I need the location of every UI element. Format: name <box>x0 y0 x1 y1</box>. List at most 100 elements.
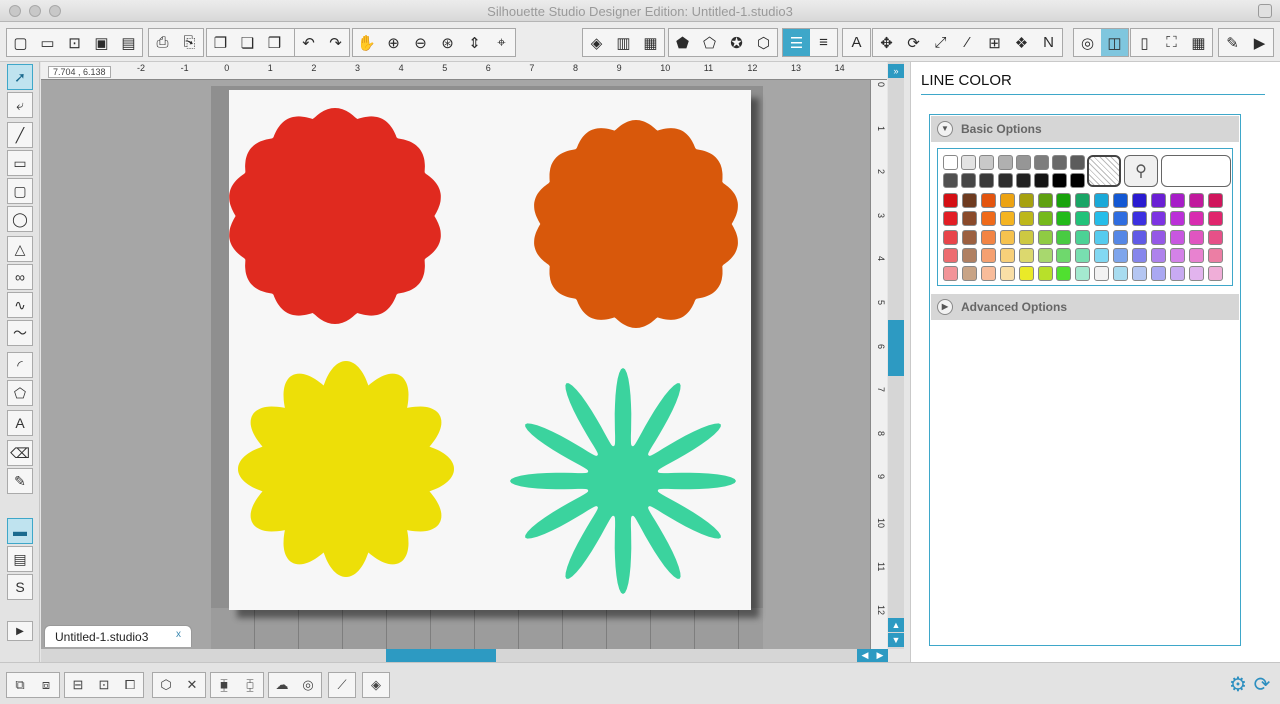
transform-icon[interactable]: ✥ <box>873 29 900 56</box>
fullscreen-icon[interactable] <box>1258 4 1272 18</box>
color-swatch[interactable] <box>1056 229 1072 245</box>
color-swatch[interactable] <box>1056 211 1072 227</box>
online-store-icon[interactable]: S <box>7 574 33 600</box>
fit-page-icon[interactable]: ⌖ <box>488 29 515 56</box>
select-tool-icon[interactable]: ➚ <box>7 64 33 90</box>
curve-tool-icon[interactable]: ∞ <box>7 264 33 290</box>
vertical-scrollbar[interactable]: » ▲ ▼ <box>888 62 904 649</box>
color-swatch[interactable] <box>1207 211 1223 227</box>
color-swatch[interactable] <box>1015 155 1031 170</box>
grid-icon[interactable]: ▦ <box>1185 29 1212 56</box>
color-swatch[interactable] <box>1150 266 1166 282</box>
cut-settings-icon[interactable]: ✎ <box>1219 29 1246 56</box>
color-swatch[interactable] <box>1018 211 1034 227</box>
color-swatch[interactable] <box>1188 211 1204 227</box>
fill-pattern-icon[interactable]: ▦ <box>637 29 664 56</box>
horizontal-scroll-thumb[interactable] <box>386 649 496 662</box>
color-swatch[interactable] <box>1018 266 1034 282</box>
print-cut-icon[interactable]: ⎘ <box>176 29 203 56</box>
color-swatch[interactable] <box>1132 193 1147 208</box>
freehand-tool-icon[interactable]: ∿ <box>7 292 33 318</box>
color-swatch[interactable] <box>1188 193 1204 208</box>
color-swatch[interactable] <box>1150 229 1166 245</box>
regular-polygon-tool-icon[interactable]: ⬠ <box>7 380 33 406</box>
eraser-tool-icon[interactable]: ⌫ <box>7 440 33 466</box>
color-swatch[interactable] <box>1037 266 1053 282</box>
color-swatch[interactable] <box>1169 266 1185 282</box>
new-doc-icon[interactable]: ▢ <box>7 29 34 56</box>
undo-icon[interactable]: ↶ <box>295 29 322 56</box>
eyedropper-icon[interactable]: ⚲ <box>1124 155 1158 187</box>
knife-bottom-icon[interactable]: ⟋ <box>329 673 355 697</box>
color-swatch[interactable] <box>1056 266 1072 282</box>
arc-tool-icon[interactable]: ◜ <box>7 352 33 378</box>
scroll-up-icon[interactable]: ▲ <box>888 618 904 632</box>
color-swatch[interactable] <box>1075 211 1091 227</box>
rounded-rect-tool-icon[interactable]: ▢ <box>7 178 33 204</box>
color-swatch[interactable] <box>961 173 977 188</box>
color-swatch[interactable] <box>1075 193 1091 208</box>
horizontal-scrollbar[interactable]: ◀ ▶ <box>41 649 888 662</box>
color-swatch[interactable] <box>961 229 977 245</box>
color-swatch[interactable] <box>1207 229 1223 245</box>
line-gradient-icon[interactable]: ⬠ <box>696 29 723 56</box>
color-swatch[interactable] <box>1056 247 1072 263</box>
line-pattern-icon[interactable]: ⬡ <box>750 29 777 56</box>
color-swatch[interactable] <box>1132 211 1147 227</box>
color-swatch[interactable] <box>1070 155 1086 170</box>
scale-icon[interactable]: ⤢ <box>927 29 954 56</box>
registration-icon[interactable]: ⛶ <box>1158 29 1185 56</box>
save-to-library-icon[interactable]: ▤ <box>115 29 142 56</box>
save-icon[interactable]: ▣ <box>88 29 115 56</box>
color-swatch[interactable] <box>1052 173 1068 188</box>
send-back-icon[interactable]: ⧮ <box>237 673 263 697</box>
color-swatch[interactable] <box>1132 229 1147 245</box>
trace-icon[interactable]: ◫ <box>1101 29 1128 56</box>
spiral-icon[interactable]: ◎ <box>295 673 321 697</box>
vertical-scroll-thumb[interactable] <box>888 320 904 376</box>
settings-gear-icon[interactable]: ⚙ <box>1227 673 1249 696</box>
weld-icon[interactable]: ⬡ <box>153 673 179 697</box>
zoom-in-icon[interactable]: ⊕ <box>380 29 407 56</box>
print-icon[interactable]: ⎙ <box>149 29 176 56</box>
color-swatch[interactable] <box>1150 193 1166 208</box>
color-swatch[interactable] <box>1018 193 1034 208</box>
color-swatch[interactable] <box>1150 211 1166 227</box>
copy-icon[interactable]: ❐ <box>207 29 234 56</box>
color-swatch[interactable] <box>1207 266 1223 282</box>
smooth-freehand-tool-icon[interactable]: 〜 <box>7 320 33 346</box>
line-weight-icon[interactable]: ☰ <box>783 29 810 56</box>
color-swatch[interactable] <box>979 173 995 188</box>
color-swatch[interactable] <box>1070 173 1086 188</box>
page-setup-icon[interactable]: ▯ <box>1131 29 1158 56</box>
color-swatch[interactable] <box>943 155 958 170</box>
color-swatch[interactable] <box>1169 247 1185 263</box>
color-swatch[interactable] <box>980 229 996 245</box>
color-swatch[interactable] <box>1113 211 1129 227</box>
redo-icon[interactable]: ↷ <box>322 29 349 56</box>
bring-forward-icon[interactable]: ⧠ <box>117 673 143 697</box>
color-swatch[interactable] <box>1169 193 1185 208</box>
drag-zoom-icon[interactable]: ⇕ <box>461 29 488 56</box>
transparent-swatch[interactable] <box>1087 155 1121 187</box>
3d-icon[interactable]: ◈ <box>363 673 389 697</box>
color-swatch[interactable] <box>1094 247 1110 263</box>
scroll-right-icon[interactable]: ▶ <box>872 649 888 662</box>
color-swatch[interactable] <box>1207 247 1223 263</box>
refresh-icon[interactable]: ⟳ <box>1251 673 1273 696</box>
replicate-icon[interactable]: ❖ <box>1008 29 1035 56</box>
green-star-shape[interactable] <box>510 368 736 594</box>
color-swatch[interactable] <box>961 193 977 208</box>
color-swatch[interactable] <box>1034 173 1049 188</box>
line-style-icon[interactable]: ✪ <box>723 29 750 56</box>
design-workspace[interactable]: 7.704 , 6.138 -2 -1 0 1 2 3 4 5 6 7 8 9 10 11 12 13 14 0… <box>41 62 887 649</box>
align-icon[interactable]: ⊞ <box>981 29 1008 56</box>
text-tool-icon[interactable]: A <box>7 410 33 436</box>
delete-icon[interactable]: ✕ <box>179 673 205 697</box>
zoom-box-icon[interactable]: ⊛ <box>434 29 461 56</box>
color-swatch[interactable] <box>1037 193 1053 208</box>
rectangle-tool-icon[interactable]: ▭ <box>7 150 33 176</box>
polygon-tool-icon[interactable]: △ <box>7 236 33 262</box>
color-swatch[interactable] <box>1169 211 1185 227</box>
color-swatch[interactable] <box>961 247 977 263</box>
